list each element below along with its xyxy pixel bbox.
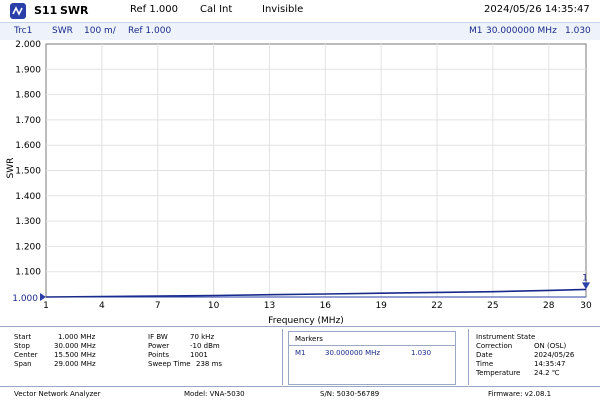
datetime-label: 2024/05/26 14:35:47 xyxy=(484,4,590,15)
x-tick-label: 4 xyxy=(99,301,105,311)
model-label: Model: VNA-5030 xyxy=(184,390,245,398)
start-value[interactable]: 1.000 MHz xyxy=(58,333,95,341)
marker-readout-value: 1.030 xyxy=(565,26,591,36)
device-name: Vector Network Analyzer xyxy=(14,390,101,398)
correction-label: Correction xyxy=(476,342,513,350)
x-tick-label: 16 xyxy=(320,301,332,311)
x-tick-label: 10 xyxy=(208,301,220,311)
correction-value[interactable]: ON (OSL) xyxy=(534,342,566,350)
trace-name[interactable]: Trc1 xyxy=(14,26,32,36)
points-label: Points xyxy=(148,351,170,359)
y-tick-label: 1.900 xyxy=(15,65,41,75)
marker-readout-name[interactable]: M1 xyxy=(469,26,483,36)
temperature-label: Temperature xyxy=(476,369,521,377)
marker-label: 1 xyxy=(582,273,588,283)
y-tick-layer: 1.100 1.200 1.300 1.400 1.500 1.600 1.700 1.800… xyxy=(12,40,41,304)
reference-arrow-icon xyxy=(40,293,46,301)
sweep-time-value[interactable]: 238 ms xyxy=(196,360,222,368)
vna-logo-icon xyxy=(10,3,26,19)
x-tick-label: 28 xyxy=(543,301,555,311)
reference-label[interactable]: Ref 1.000 xyxy=(130,4,178,15)
x-axis-label: Frequency (MHz) xyxy=(268,316,344,325)
y-tick-label: 2.000 xyxy=(15,40,41,50)
time-label: Time xyxy=(476,360,494,368)
divider xyxy=(289,345,455,346)
plot-area: 1.100 1.200 1.300 1.400 1.500 1.600 1.700 1.800… xyxy=(0,40,600,326)
ifbw-label: IF BW xyxy=(148,333,168,341)
visibility-label[interactable]: Invisible xyxy=(262,4,303,15)
y-tick-label: 1.300 xyxy=(15,217,41,227)
reference-label: 1.000 xyxy=(12,294,38,304)
x-tick-label: 30 xyxy=(580,301,592,311)
start-label: Start xyxy=(14,333,32,341)
firmware-label: Firmware: v2.08.1 xyxy=(488,390,552,398)
x-tick-label: 7 xyxy=(155,301,161,311)
x-tick-label: 22 xyxy=(431,301,442,311)
date-label: Date xyxy=(476,351,493,359)
x-tick-label: 19 xyxy=(375,301,387,311)
x-tick-label: 25 xyxy=(487,301,498,311)
swr-chart[interactable]: 1.100 1.200 1.300 1.400 1.500 1.600 1.700 1.800… xyxy=(0,40,600,326)
instrument-state-title: Instrument State xyxy=(476,333,536,341)
y-tick-label: 1.100 xyxy=(15,268,41,278)
x-tick-layer: 1 4 7 10 13 16 19 22 25 28 30 xyxy=(43,301,592,311)
divider xyxy=(282,329,283,385)
divider xyxy=(468,329,469,385)
markers-panel: Markers M1 30.000000 MHz 1.030 xyxy=(288,331,456,385)
s-parameter[interactable]: S11 xyxy=(34,4,57,17)
center-value[interactable]: 15.500 MHz xyxy=(54,351,96,359)
power-value[interactable]: -10 dBm xyxy=(190,342,220,350)
stop-value[interactable]: 30.000 MHz xyxy=(54,342,96,350)
ifbw-value[interactable]: 70 kHz xyxy=(190,333,214,341)
temperature-value: 24.2 ℃ xyxy=(534,369,560,377)
trace-ref[interactable]: Ref 1.000 xyxy=(128,26,171,36)
power-label: Power xyxy=(148,342,170,350)
trace-format[interactable]: SWR xyxy=(52,26,73,36)
markers-title: Markers xyxy=(295,335,323,343)
marker-m1-name[interactable]: M1 xyxy=(295,349,306,357)
trace-scale[interactable]: 100 m/ xyxy=(84,26,116,36)
stop-label: Stop xyxy=(14,342,30,350)
footer-bar: Vector Network Analyzer Model: VNA-5030 … xyxy=(0,386,600,401)
x-tick-label: 13 xyxy=(264,301,275,311)
x-tick-label: 1 xyxy=(43,301,49,311)
y-tick-label: 1.200 xyxy=(15,242,41,252)
marker-m1-value: 1.030 xyxy=(411,349,432,357)
span-label: Span xyxy=(14,360,32,368)
time-value: 14:35:47 xyxy=(534,360,566,368)
points-value[interactable]: 1001 xyxy=(190,351,208,359)
trace-bar: Trc1 SWR 100 m/ Ref 1.000 M1 30.000000 M… xyxy=(0,23,600,41)
y-tick-label: 1.500 xyxy=(15,167,41,177)
y-tick-label: 1.600 xyxy=(15,141,41,151)
date-value: 2024/05/26 xyxy=(534,351,575,359)
calibration-label[interactable]: Cal Int xyxy=(200,4,232,15)
span-value[interactable]: 29.000 MHz xyxy=(54,360,96,368)
marker-readout-freq: 30.000000 MHz xyxy=(486,26,557,36)
settings-panel: Start 1.000 MHz Stop 30.000 MHz Center 1… xyxy=(0,326,600,387)
y-tick-label: 1.700 xyxy=(15,116,41,126)
format-label[interactable]: SWR xyxy=(60,4,89,17)
y-tick-label: 1.800 xyxy=(15,91,41,101)
status-header: S11 SWR Ref 1.000 Cal Int Invisible 2024… xyxy=(0,0,600,23)
serial-label: S/N: 5030-56789 xyxy=(320,390,380,398)
marker-m1-freq: 30.000000 MHz xyxy=(325,349,381,357)
y-tick-label: 1.400 xyxy=(15,192,41,202)
center-label: Center xyxy=(14,351,38,359)
grid-layer xyxy=(40,43,587,301)
y-axis-label: SWR xyxy=(6,158,16,179)
sweep-time-label: Sweep Time xyxy=(148,360,191,368)
